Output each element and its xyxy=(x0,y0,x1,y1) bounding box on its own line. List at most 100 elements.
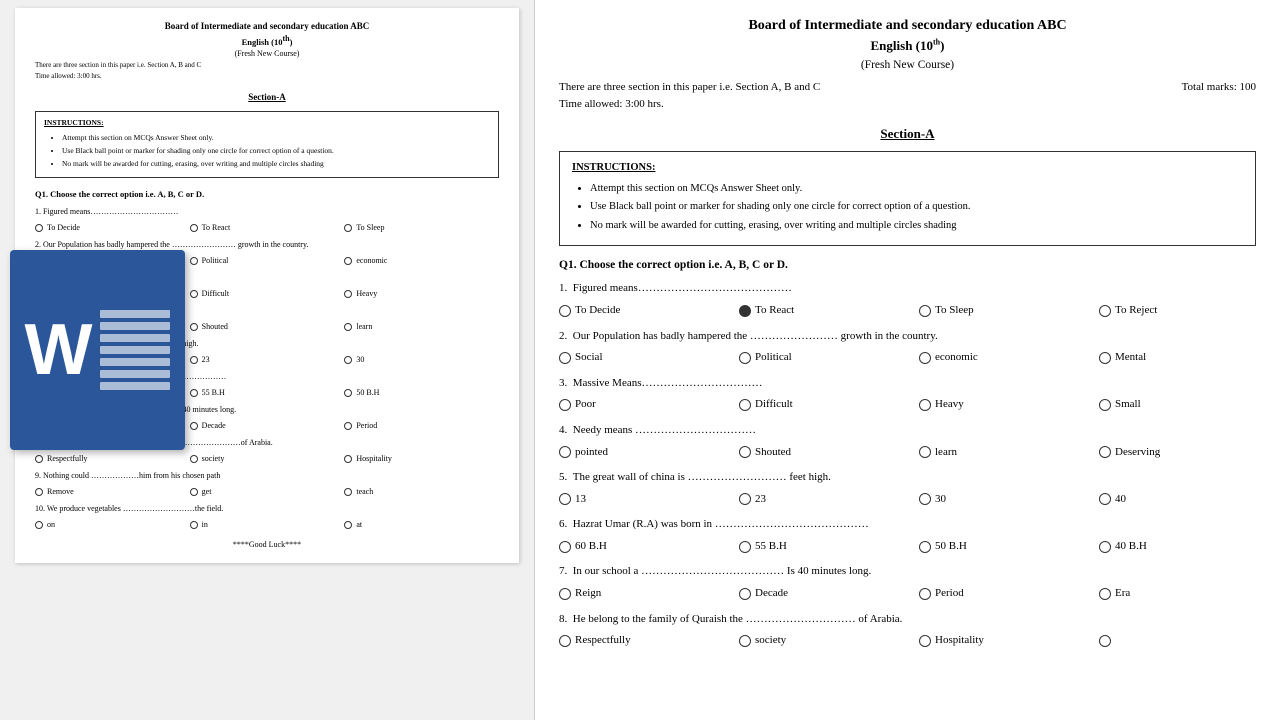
left-question-10: 10. We produce vegetables ………………………the f… xyxy=(35,503,499,531)
radio-b xyxy=(739,352,751,364)
radio-a xyxy=(559,352,571,364)
right-q2-opt-c: economic xyxy=(919,349,1099,367)
right-q3-opt-d: Small xyxy=(1099,396,1279,414)
right-q7-options: Reign Decade Period Era xyxy=(559,585,1256,603)
word-icon: W xyxy=(10,250,185,450)
right-q2-opt-a: Social xyxy=(559,349,739,367)
right-q8-options: Respectfully society Hospitality xyxy=(559,632,1256,650)
radio-b xyxy=(739,305,751,317)
right-q2-options: Social Political economic Mental xyxy=(559,349,1256,367)
right-doc-subtitle: English (10th) xyxy=(559,36,1256,57)
radio-b xyxy=(739,635,751,647)
right-question-6: 6. Hazrat Umar (R.A) was born in …………………… xyxy=(559,516,1256,555)
right-q6-text: 6. Hazrat Umar (R.A) was born in …………………… xyxy=(559,516,1256,534)
radio-b xyxy=(739,541,751,553)
right-q2-opt-b: Political xyxy=(739,349,919,367)
right-q1-opt-b: To React xyxy=(739,302,919,320)
radio-c xyxy=(919,635,931,647)
right-q5-opt-b: 23 xyxy=(739,491,919,509)
right-instructions-title: INSTRUCTIONS: xyxy=(572,160,1243,177)
right-q3-options: Poor Difficult Heavy Small xyxy=(559,396,1256,414)
radio-c xyxy=(919,399,931,411)
radio-a xyxy=(559,399,571,411)
right-q4-text: 4. Needy means …………………………… xyxy=(559,422,1256,440)
radio-d xyxy=(1099,446,1111,458)
right-q7-opt-c: Period xyxy=(919,585,1099,603)
left-question-1: 1. Figured means…………………………… To Decide To… xyxy=(35,206,499,234)
right-instructions-list: Attempt this section on MCQs Answer Shee… xyxy=(590,181,1243,235)
radio-d xyxy=(1099,399,1111,411)
right-q6-opt-c: 50 B.H xyxy=(919,538,1099,556)
right-question-7: 7. In our school a ………………………………… Is 40 m… xyxy=(559,563,1256,602)
right-q7-opt-a: Reign xyxy=(559,585,739,603)
right-doc-sections: There are three section in this paper i.… xyxy=(559,79,820,97)
right-q1-opt-d: To Reject xyxy=(1099,302,1279,320)
left-question-9: 9. Nothing could ………………him from his chos… xyxy=(35,470,499,498)
right-question-5: 5. The great wall of china is ……………………… … xyxy=(559,469,1256,508)
left-q9-options: Remove get teach xyxy=(35,486,499,498)
right-question-3: 3. Massive Means…………………………… Poor Difficu… xyxy=(559,375,1256,414)
right-q5-opt-a: 13 xyxy=(559,491,739,509)
right-q2-opt-d: Mental xyxy=(1099,349,1279,367)
left-instruction-2: Use Black ball point or marker for shadi… xyxy=(62,145,490,156)
radio-b xyxy=(739,446,751,458)
radio-c xyxy=(919,305,931,317)
right-q7-opt-d: Era xyxy=(1099,585,1279,603)
right-q6-options: 60 B.H 55 B.H 50 B.H 40 B.H xyxy=(559,538,1256,556)
radio-d xyxy=(1099,352,1111,364)
radio-a xyxy=(559,446,571,458)
right-instruction-2: Use Black ball point or marker for shadi… xyxy=(590,199,1243,216)
right-question-2: 2. Our Population has badly hampered the… xyxy=(559,328,1256,367)
right-q3-opt-a: Poor xyxy=(559,396,739,414)
left-panel: W Board of Intermediate and secondary ed… xyxy=(0,0,535,720)
left-doc-title: Board of Intermediate and secondary educ… xyxy=(35,20,499,33)
left-doc-course: (Fresh New Course) xyxy=(35,48,499,60)
left-q1-label: Q1. Choose the correct option i.e. A, B,… xyxy=(35,188,499,201)
right-q5-text: 5. The great wall of china is ……………………… … xyxy=(559,469,1256,487)
right-doc-title: Board of Intermediate and secondary educ… xyxy=(559,16,1256,36)
right-q4-opt-c: learn xyxy=(919,444,1099,462)
right-q2-text: 2. Our Population has badly hampered the… xyxy=(559,328,1256,346)
right-q3-text: 3. Massive Means…………………………… xyxy=(559,375,1256,393)
right-instruction-3: No mark will be awarded for cutting, era… xyxy=(590,218,1243,235)
left-q9-text: 9. Nothing could ………………him from his chos… xyxy=(35,470,499,482)
right-q4-opt-d: Deserving xyxy=(1099,444,1279,462)
right-q3-opt-c: Heavy xyxy=(919,396,1099,414)
radio-b xyxy=(739,399,751,411)
radio-c xyxy=(919,541,931,553)
radio-c xyxy=(919,493,931,505)
right-q1-options: To Decide To React To Sleep To Reject xyxy=(559,302,1256,320)
left-instructions-box: INSTRUCTIONS: Attempt this section on MC… xyxy=(35,111,499,178)
left-doc-subtitle: English (10th) xyxy=(35,33,499,49)
right-q7-opt-b: Decade xyxy=(739,585,919,603)
right-doc-total-marks: Total marks: 100 xyxy=(1182,79,1256,97)
right-q6-opt-d: 40 B.H xyxy=(1099,538,1279,556)
right-q6-opt-b: 55 B.H xyxy=(739,538,919,556)
radio-d xyxy=(1099,493,1111,505)
right-doc-course: (Fresh New Course) xyxy=(559,56,1256,74)
left-q10-text: 10. We produce vegetables ………………………the f… xyxy=(35,503,499,515)
left-good-luck: ****Good Luck**** xyxy=(35,539,499,551)
word-letter: W xyxy=(25,309,93,391)
right-panel: Board of Intermediate and secondary educ… xyxy=(535,0,1280,720)
right-q8-opt-c: Hospitality xyxy=(919,632,1099,650)
right-doc-time: Time allowed: 3:00 hrs. xyxy=(559,96,1256,114)
left-instruction-1: Attempt this section on MCQs Answer Shee… xyxy=(62,132,490,143)
right-q3-opt-b: Difficult xyxy=(739,396,919,414)
right-question-8: 8. He belong to the family of Quraish th… xyxy=(559,611,1256,650)
radio-d xyxy=(1099,635,1111,647)
radio-c xyxy=(919,446,931,458)
right-q8-text: 8. He belong to the family of Quraish th… xyxy=(559,611,1256,629)
right-q5-opt-c: 30 xyxy=(919,491,1099,509)
left-section-heading: Section-A xyxy=(35,91,499,105)
radio-a xyxy=(559,305,571,317)
left-instructions-title: INSTRUCTIONS: xyxy=(44,117,490,128)
radio-a xyxy=(559,635,571,647)
right-instructions-box: INSTRUCTIONS: Attempt this section on MC… xyxy=(559,151,1256,246)
radio-a xyxy=(559,588,571,600)
right-instruction-1: Attempt this section on MCQs Answer Shee… xyxy=(590,181,1243,198)
right-q5-opt-d: 40 xyxy=(1099,491,1279,509)
right-q5-options: 13 23 30 40 xyxy=(559,491,1256,509)
right-question-4: 4. Needy means …………………………… pointed Shout… xyxy=(559,422,1256,461)
left-doc-time: Time allowed: 3:00 hrs. xyxy=(35,71,499,82)
